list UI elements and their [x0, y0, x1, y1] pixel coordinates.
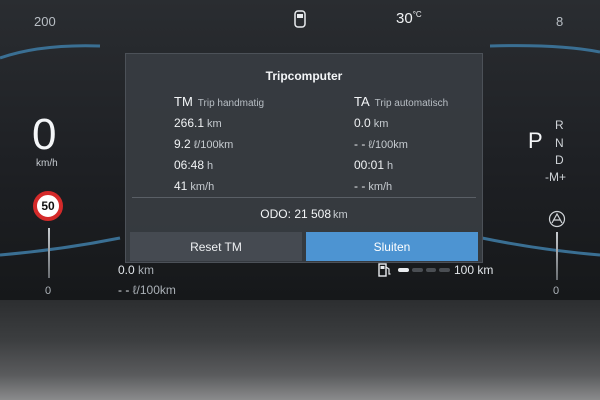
range-segment [398, 268, 409, 272]
instrument-cluster: 200 8 30°C 0 km/h 50 0 P R N D -M+ 0 0.0… [0, 0, 600, 300]
trip-manual-distance: 266.1 km [174, 116, 222, 130]
trip-distance-readout: 0.0 km [118, 263, 155, 277]
right-gauge-min: 0 [553, 285, 560, 297]
trip-manual-column: TM Trip handmatig 266.1 km 9.2 ℓ/100km 06:4… [174, 94, 264, 197]
gear-option-d: D [555, 153, 564, 167]
gear-selected: P [528, 128, 543, 153]
dialog-title: Tripcomputer [265, 69, 343, 83]
trip-manual-consumption: 9.2 ℓ/100km [174, 137, 234, 151]
speed-unit: km/h [36, 158, 58, 169]
range-segment [439, 268, 450, 272]
trip-manual-time: 06:48 h [174, 158, 214, 172]
trip-auto-consumption: - - ℓ/100km [354, 137, 408, 151]
gear-option-manual: -M+ [545, 170, 566, 184]
dashboard-bezel [0, 300, 600, 400]
trip-auto-distance: 0.0 km [354, 116, 389, 130]
fuel-consumption-readout: - - ℓ/100km [118, 283, 176, 297]
car-icon [292, 10, 308, 33]
trip-manual-label: Trip handmatig [197, 98, 265, 109]
gear-option-r: R [555, 118, 564, 132]
trip-auto-column: TA Trip automatisch 0.0 km - - ℓ/100km 00:0… [354, 94, 448, 197]
trip-computer-dialog: Tripcomputer TM Trip handmatig 266.1 km 9.… [125, 53, 483, 263]
gauge-top-right-value: 8 [556, 14, 564, 29]
gauge-top-left-value: 200 [34, 14, 56, 29]
close-button[interactable]: Sluiten [306, 232, 478, 261]
trip-auto-label: Trip automatisch [374, 98, 449, 109]
trip-auto-code: TA [354, 94, 370, 109]
range-segment [425, 268, 437, 272]
reset-tm-button[interactable]: Reset TM [130, 232, 302, 261]
dialog-divider [132, 197, 476, 198]
fuel-range-bar [398, 268, 450, 272]
fuel-range-readout: 100 km [454, 263, 494, 277]
fuel-pump-icon [377, 262, 393, 283]
drive-mode-icon [548, 210, 566, 233]
gear-option-n: N [555, 136, 564, 150]
speed-readout: 0 [32, 110, 57, 159]
left-gauge-min: 0 [45, 285, 52, 297]
odometer-readout: ODO: 21 508 km [260, 207, 348, 221]
trip-manual-code: TM [174, 94, 193, 109]
trip-auto-time: 00:01 h [354, 158, 394, 172]
range-segment [411, 268, 423, 272]
trip-manual-speed: 41 km/h [174, 179, 215, 193]
left-gauge-needle [48, 228, 50, 278]
trip-auto-speed: - - km/h [354, 179, 393, 193]
right-gauge-needle [556, 232, 558, 280]
outside-temperature: 30°C [396, 10, 422, 27]
speed-limit-sign: 50 [33, 191, 63, 221]
